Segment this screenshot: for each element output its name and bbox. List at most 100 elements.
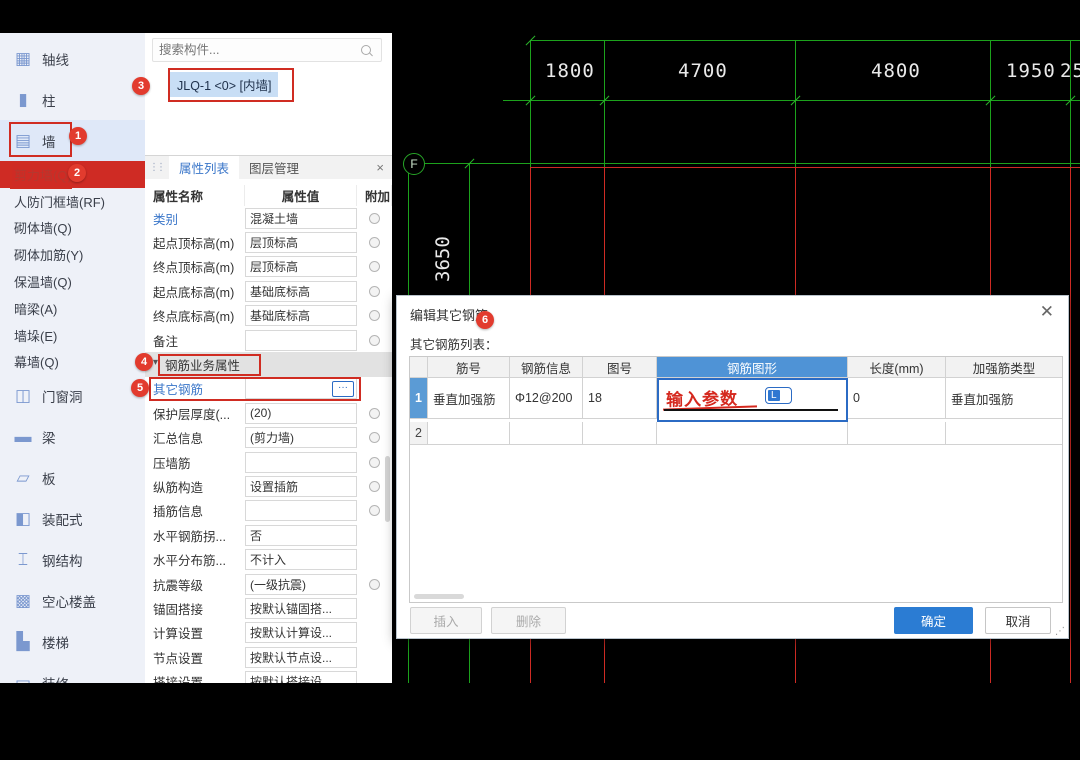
cell-length[interactable]: 0 (848, 378, 946, 419)
property-value-input[interactable]: 按默认节点设... (245, 647, 357, 668)
sidebar-item-label: 梁 (42, 427, 56, 447)
col-header-attach: 附加 (357, 185, 392, 206)
dialog-close-icon[interactable]: ✕ (1040, 302, 1054, 322)
property-row: 类别 混凝土墙 (145, 206, 392, 230)
cell-bar-info[interactable] (510, 422, 583, 445)
row-number[interactable]: 2 (410, 422, 428, 445)
sidebar-item-insulation-wall[interactable]: 保温墙(Q) (0, 268, 145, 295)
attach-radio[interactable] (369, 286, 380, 297)
attach-radio[interactable] (369, 505, 380, 516)
property-row: 水平分布筋... 不计入 (145, 547, 392, 571)
property-value-text: 设置插筋 (246, 478, 298, 495)
annotation-box-wall (9, 122, 72, 157)
property-name: 抗震等级 (145, 575, 245, 594)
column-icon: ▮ (12, 91, 34, 108)
hollow-floor-icon: ▩ (12, 592, 34, 609)
attach-radio[interactable] (369, 457, 380, 468)
sidebar-item-slab[interactable]: ▱ 板 (0, 457, 145, 498)
cell-bar-info[interactable]: Φ12@200 (510, 378, 583, 419)
ok-button[interactable]: 确定 (894, 607, 973, 634)
row-number[interactable]: 1 (410, 378, 428, 419)
attach-radio[interactable] (369, 261, 380, 272)
component-search-box[interactable] (152, 38, 382, 62)
panel-close-icon[interactable]: × (376, 160, 384, 175)
sidebar-item-stairs[interactable]: ▙ 楼梯 (0, 621, 145, 662)
insert-button[interactable]: 插入 (410, 607, 482, 634)
attach-radio[interactable] (369, 432, 380, 443)
sidebar-item-prefab[interactable]: ◧ 装配式 (0, 498, 145, 539)
sidebar-item-label: 钢结构 (42, 550, 83, 570)
dimension-label: 4700 (678, 60, 728, 82)
cell-reinforce-type[interactable] (946, 422, 1062, 445)
property-name: 终点底标高(m) (145, 306, 245, 325)
property-name: 终点顶标高(m) (145, 257, 245, 276)
property-value-input[interactable]: (剪力墙) (245, 427, 357, 448)
property-value-input[interactable] (245, 500, 357, 521)
property-value-input[interactable]: 混凝土墙 (245, 208, 357, 229)
cell-bar-id[interactable]: 垂直加强筋 (428, 378, 510, 419)
table-hscrollbar[interactable] (414, 594, 464, 599)
property-value-input[interactable]: 不计入 (245, 549, 357, 570)
property-value-input[interactable]: (一级抗震) (245, 574, 357, 595)
property-value-input[interactable] (245, 330, 357, 351)
delete-button[interactable]: 删除 (491, 607, 566, 634)
drag-handle-icon[interactable]: ⋮⋮ (149, 163, 163, 173)
attach-radio[interactable] (369, 310, 380, 321)
property-name: 计算设置 (145, 623, 245, 642)
property-value-input[interactable]: 基础底标高 (245, 281, 357, 302)
sidebar-item-wall-pier[interactable]: 墙垛(E) (0, 322, 145, 349)
sidebar-item-axis[interactable]: ▦ 轴线 (0, 38, 145, 79)
property-value-input[interactable]: 层顶标高 (245, 256, 357, 277)
cell-shape-no[interactable]: 18 (583, 378, 657, 419)
property-name: 备注 (145, 331, 245, 350)
sidebar-item-civil-defense-doorframe-wall[interactable]: 人防门框墙(RF) (0, 188, 145, 215)
property-value-input[interactable]: 按默认计算设... (245, 622, 357, 643)
attach-radio[interactable] (369, 481, 380, 492)
rebar-table-row[interactable]: 2 (410, 422, 1062, 445)
cell-shape-no[interactable] (583, 422, 657, 445)
sidebar-item-concealed-beam[interactable]: 暗梁(A) (0, 295, 145, 322)
tab-layer-management[interactable]: 图层管理 (239, 156, 309, 179)
sidebar-item-label: 空心楼盖 (42, 591, 96, 611)
property-value-text: (20) (246, 406, 271, 420)
attach-radio[interactable] (369, 408, 380, 419)
attach-radio[interactable] (369, 335, 380, 346)
property-value-input[interactable]: 按默认锚固搭... (245, 598, 357, 619)
property-row: 抗震等级 (一级抗震) (145, 572, 392, 596)
panel-scrollbar[interactable] (385, 456, 390, 522)
attach-radio[interactable] (369, 237, 380, 248)
sidebar-item-curtain-wall[interactable]: 幕墙(Q) (0, 349, 145, 376)
col-header-rownum (410, 357, 428, 378)
prefab-icon: ◧ (12, 510, 34, 527)
property-value-input[interactable] (245, 452, 357, 473)
attach-radio[interactable] (369, 213, 380, 224)
sidebar-item-door-window-opening[interactable]: ◫ 门窗洞 (0, 375, 145, 416)
sidebar-item-masonry-reinforcement[interactable]: 砌体加筋(Y) (0, 241, 145, 268)
property-value-input[interactable]: 否 (245, 525, 357, 546)
attach-radio[interactable] (369, 579, 380, 590)
rebar-table-row[interactable]: 1 垂直加强筋 Φ12@200 18 输入参数 L 0 垂直加强筋 (410, 378, 1062, 422)
sidebar-item-beam[interactable]: ▬ 梁 (0, 416, 145, 457)
cell-shape-editor[interactable] (657, 422, 848, 445)
sidebar-item-steel-structure[interactable]: ⌶ 钢结构 (0, 539, 145, 580)
cell-reinforce-type[interactable]: 垂直加强筋 (946, 378, 1062, 419)
search-input[interactable] (153, 43, 361, 57)
property-value-text: 层顶标高 (246, 234, 298, 251)
rebar-table: 筋号 钢筋信息 图号 钢筋图形 长度(mm) 加强筋类型 1 垂直加强筋 Φ12… (409, 356, 1063, 603)
property-value-input[interactable]: (20) (245, 403, 357, 424)
sidebar-item-hollow-floor[interactable]: ▩ 空心楼盖 (0, 580, 145, 621)
property-value-input[interactable]: 基础底标高 (245, 305, 357, 326)
sidebar-item-label: 墙垛(E) (14, 326, 57, 345)
tab-property-list[interactable]: 属性列表 (169, 156, 239, 179)
cancel-button[interactable]: 取消 (985, 607, 1051, 634)
annotation-badge-6: 6 (476, 311, 494, 329)
sidebar-item-column[interactable]: ▮ 柱 (0, 79, 145, 120)
resize-grip-icon[interactable]: ⋰ (1055, 626, 1065, 637)
shape-parameter-input[interactable]: L (765, 387, 792, 404)
sidebar-item-masonry-wall[interactable]: 砌体墙(Q) (0, 215, 145, 242)
property-value-input[interactable]: 层顶标高 (245, 232, 357, 253)
property-value-input[interactable]: 设置插筋 (245, 476, 357, 497)
cell-bar-id[interactable] (428, 422, 510, 445)
cell-length[interactable] (848, 422, 946, 445)
cell-shape-editor[interactable]: 输入参数 L (657, 378, 848, 422)
